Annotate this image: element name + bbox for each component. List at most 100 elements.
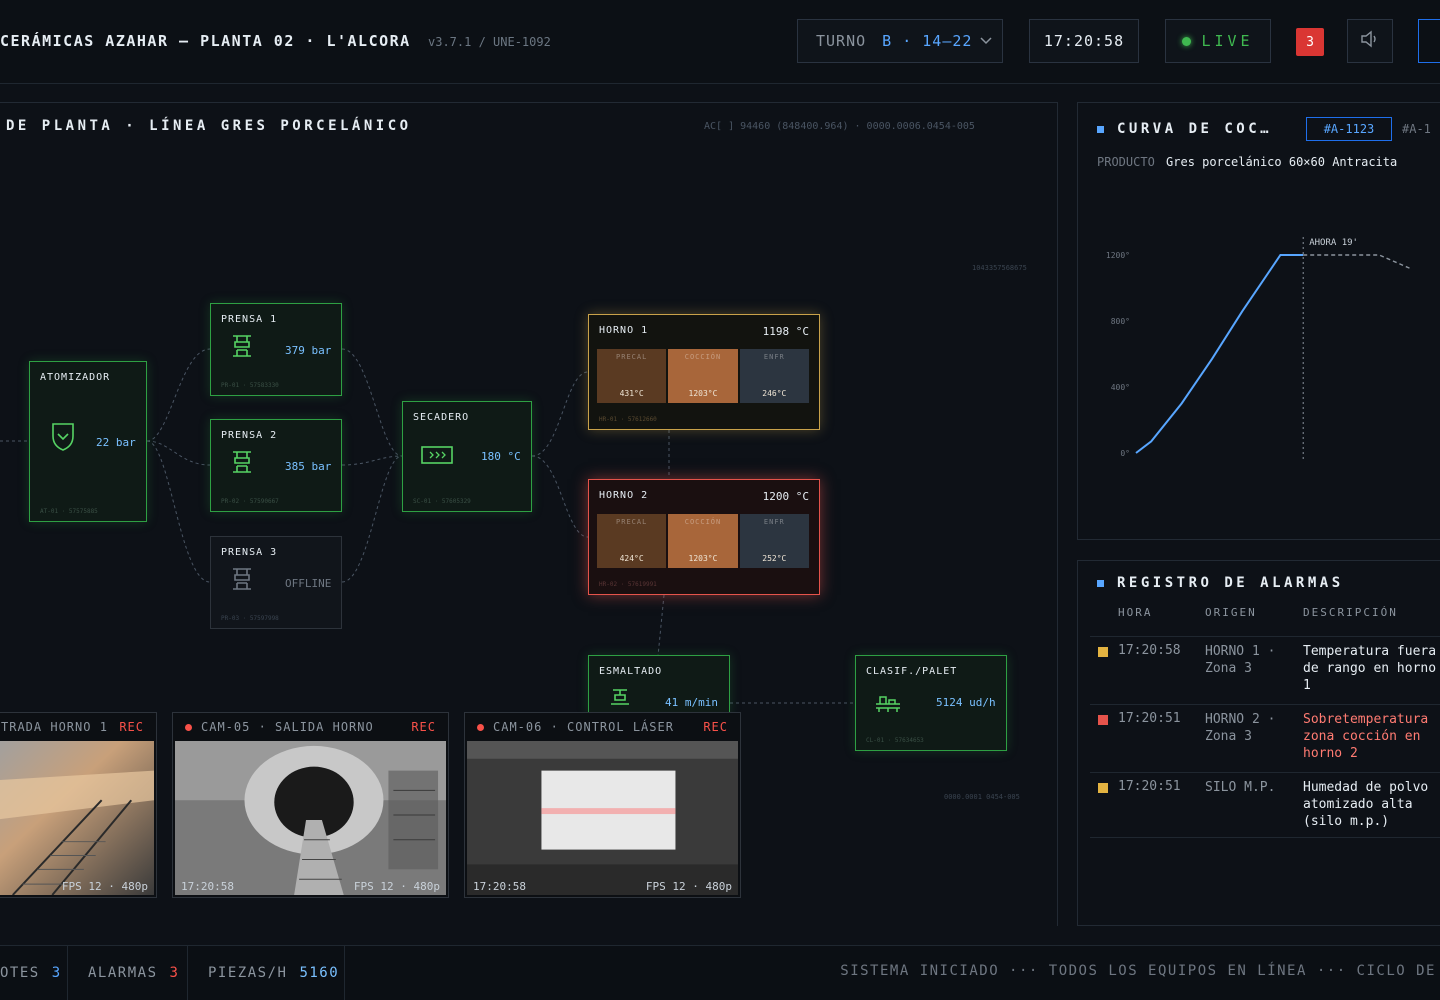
node-esmaltado[interactable]: ESMALTADO 41 m/min	[588, 655, 730, 715]
alarm-description: Sobretemperatura zona cocción en horno 2	[1303, 711, 1440, 762]
node-title: SECADERO	[413, 412, 470, 423]
node-secadero[interactable]: SECADERO 180 °C SC-01 · 57605329	[402, 401, 532, 512]
alarm-severity-icon	[1098, 715, 1108, 725]
y-tick-label: 0°	[1120, 449, 1130, 458]
node-horno-1[interactable]: HORNO 1 1198 °C PRECAL 431°C COCCIÓN 120…	[588, 314, 820, 430]
sound-toggle-button[interactable]	[1347, 19, 1393, 63]
alarm-severity-icon	[1098, 647, 1108, 657]
node-value: 385 bar	[285, 460, 332, 473]
footer-alarmas[interactable]: ALARMAS 3	[68, 945, 188, 1000]
zone-temp: 424°C	[619, 554, 644, 563]
footer-lotes[interactable]: OTES 3	[0, 945, 68, 1000]
node-horno-2[interactable]: HORNO 2 1200 °C PRECAL 424°C COCCIÓN 120…	[588, 479, 820, 595]
alarm-origin: HORNO 1 · Zona 3	[1205, 643, 1295, 677]
kiln-zones: PRECAL 431°C COCCIÓN 1203°C ENFR 246°C	[597, 349, 809, 403]
lot-tab[interactable]: #A-1	[1402, 117, 1431, 136]
camera-feed-cam-06[interactable]: CAM-06 · CONTROL LÁSER REC 17:20:58 FPS …	[464, 712, 741, 898]
alarm-time: 17:20:51	[1118, 711, 1181, 726]
alarm-origin: HORNO 2 · Zona 3	[1205, 711, 1295, 745]
camera-feed-1[interactable]: TRADA HORNO 1 REC FPS 12 · 480p	[0, 712, 157, 898]
live-indicator[interactable]: LIVE	[1165, 19, 1271, 63]
footer-piezas-label: PIEZAS/H	[208, 964, 288, 981]
zone-name: ENFR	[763, 518, 785, 526]
alarm-row[interactable]: 17:20:51 HORNO 2 · Zona 3 Sobretemperatu…	[1090, 704, 1440, 770]
rec-dot-icon	[477, 724, 484, 731]
alarm-desc-line: Temperatura fuera	[1303, 644, 1437, 659]
node-prensa-2[interactable]: PRENSA 2 385 bar PR-02 · 57590667	[210, 419, 342, 512]
footer-piezas[interactable]: PIEZAS/H 5160	[188, 945, 345, 1000]
dryer-icon	[421, 446, 453, 468]
curve-panel-title: CURVA DE COC…	[1117, 121, 1273, 137]
zone-precal: PRECAL 424°C	[597, 514, 667, 568]
y-tick-label: 400°	[1111, 383, 1130, 392]
press-icon	[231, 450, 253, 478]
alarm-origin-line: HORNO 1 ·	[1205, 644, 1276, 659]
camera-fps: FPS 12 · 480p	[353, 880, 440, 893]
shield-icon	[50, 420, 76, 456]
zone-enfr: ENFR 246°C	[739, 349, 809, 403]
alarm-count-badge[interactable]: 3	[1296, 28, 1324, 56]
camera-image-kiln-entry	[0, 741, 154, 896]
node-value: 180 °C	[481, 450, 521, 463]
alarm-desc-line: atomizado alta	[1303, 797, 1413, 812]
glaze-icon	[609, 688, 631, 712]
alarm-origin-line: Zona 3	[1205, 729, 1252, 744]
menu-button[interactable]	[1418, 19, 1440, 63]
zone-temp: 1203°C	[688, 389, 718, 398]
zone-precal: PRECAL 431°C	[597, 349, 667, 403]
camera-label: CAM-06 · CONTROL LÁSER	[493, 720, 674, 734]
alarm-row[interactable]: 17:20:51 SILO M.P. Humedad de polvo atom…	[1090, 772, 1440, 838]
alarm-time: 17:20:58	[1118, 643, 1181, 658]
camera-fps: FPS 12 · 480p	[645, 880, 732, 893]
node-title: PRENSA 1	[221, 314, 278, 325]
firing-curve-chart: 1200° 800° 400° 0° AHORA 19'	[1106, 237, 1410, 459]
status-ticker: SISTEMA INICIADO ··· TODOS LOS EQUIPOS E…	[840, 963, 1436, 979]
pallet-icon	[874, 694, 902, 718]
node-prensa-1[interactable]: PRENSA 1 379 bar PR-01 · 57583330	[210, 303, 342, 396]
node-id: HR-01 · 57612660	[599, 416, 657, 423]
zone-temp: 252°C	[762, 554, 787, 563]
zone-name: PRECAL	[616, 518, 648, 526]
node-id: PR-02 · 57590667	[221, 498, 279, 505]
alarm-description: Temperatura fuera de rango en horno 1	[1303, 643, 1440, 694]
node-value: 5124 ud/h	[936, 696, 996, 709]
node-atomizador[interactable]: ATOMIZADOR 22 bar AT-01 · 57575885	[29, 361, 147, 522]
alarm-desc-line: zona cocción en	[1303, 729, 1421, 744]
zone-name: COCCIÓN	[684, 353, 722, 361]
camera-timestamp: 17:20:58	[181, 880, 234, 893]
column-header-origin: ORIGEN	[1205, 606, 1257, 619]
alarm-desc-line: de rango en horno	[1303, 661, 1437, 676]
camera-image-laser-control	[467, 741, 738, 895]
y-tick-label: 800°	[1111, 317, 1130, 326]
alarm-row[interactable]: 17:20:58 HORNO 1 · Zona 3 Temperatura fu…	[1090, 636, 1440, 702]
node-title: HORNO 2	[599, 490, 649, 501]
alarm-desc-line: 1	[1303, 678, 1311, 693]
node-value: 1200 °C	[762, 490, 809, 503]
press-icon	[231, 567, 253, 595]
camera-feed-cam-05[interactable]: CAM-05 · SALIDA HORNO REC 17:20:58 FPS 1…	[172, 712, 449, 898]
node-id: CL-01 · 57634653	[866, 737, 924, 744]
node-title: ESMALTADO	[599, 666, 663, 677]
node-prensa-3[interactable]: PRENSA 3 OFFLINE PR-03 · 57597998	[210, 536, 342, 629]
speaker-icon	[1360, 30, 1380, 52]
live-label: LIVE	[1201, 32, 1254, 50]
node-clasif-palet[interactable]: CLASIF./PALET 5124 ud/h CL-01 · 57634653	[855, 655, 1007, 751]
node-id: PR-03 · 57597998	[221, 615, 279, 622]
alarm-desc-line: Humedad de polvo	[1303, 780, 1429, 795]
alarm-description: Humedad de polvo atomizado alta (silo m.…	[1303, 779, 1440, 830]
zone-temp: 246°C	[762, 389, 787, 398]
column-header-time: HORA	[1118, 606, 1153, 619]
live-dot-icon	[1182, 36, 1192, 46]
zone-coccion: COCCIÓN 1203°C	[668, 514, 738, 568]
panel-marker-icon	[1097, 126, 1104, 133]
now-marker-label: AHORA 19'	[1309, 238, 1358, 248]
footer-lotes-value: 3	[51, 964, 62, 981]
curve-series-planned	[1303, 254, 1410, 269]
alarm-severity-icon	[1098, 783, 1108, 793]
lot-tab-active[interactable]: #A-1123	[1306, 117, 1392, 141]
alarm-desc-line: horno 2	[1303, 746, 1358, 761]
node-value: 1198 °C	[762, 325, 809, 338]
zone-name: COCCIÓN	[684, 518, 722, 526]
node-title: PRENSA 2	[221, 430, 278, 441]
zone-name: PRECAL	[616, 353, 648, 361]
